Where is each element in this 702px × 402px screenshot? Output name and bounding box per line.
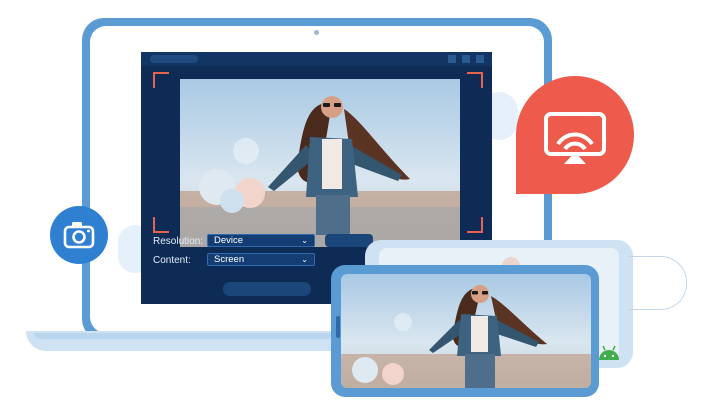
content-label: Content:: [153, 255, 191, 266]
preview-corner-bl: [153, 217, 169, 233]
camera-icon: [63, 222, 95, 249]
phone-side-button: [336, 316, 340, 338]
iphone-screen-image: [341, 274, 591, 388]
close-button[interactable]: [476, 55, 484, 63]
minimize-button[interactable]: [448, 55, 456, 63]
usb-cable: [628, 256, 687, 310]
maximize-button[interactable]: [462, 55, 470, 63]
mirror-preview-image: [180, 79, 460, 247]
resolution-select[interactable]: Device ⌄: [207, 234, 315, 247]
title-bar-placeholder: [150, 55, 198, 63]
action-button-placeholder[interactable]: [325, 234, 373, 247]
preview-corner-br: [467, 217, 483, 233]
title-bar: [141, 52, 492, 66]
content-value: Screen: [214, 254, 245, 265]
content-select[interactable]: Screen ⌄: [207, 253, 315, 266]
screen-mirror-badge: [516, 76, 634, 194]
screen-cast-icon: [544, 112, 606, 164]
webcam-dot: [314, 30, 319, 35]
resolution-label: Resolution:: [153, 236, 204, 247]
start-button-placeholder[interactable]: [223, 282, 311, 296]
preview-corner-tl: [153, 72, 169, 88]
preview-corner-tr: [467, 72, 483, 88]
android-icon: [599, 345, 619, 360]
chevron-down-icon: ⌄: [301, 255, 308, 264]
resolution-value: Device: [214, 235, 244, 246]
chevron-down-icon: ⌄: [301, 236, 308, 245]
screenshot-badge: [50, 206, 108, 264]
